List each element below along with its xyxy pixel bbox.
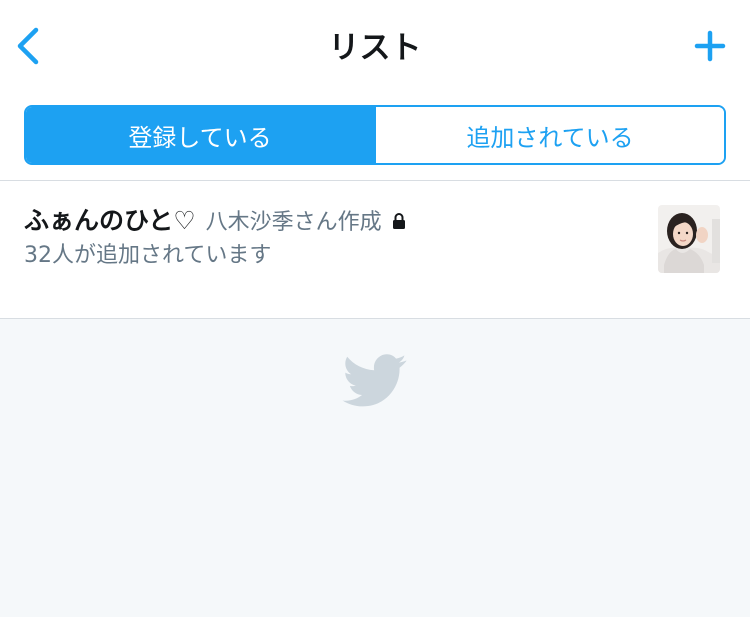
add-list-button[interactable] xyxy=(690,26,730,66)
list-owner: 八木沙季さん作成 xyxy=(205,210,382,235)
list-owner-avatar xyxy=(658,205,720,273)
plus-icon xyxy=(694,30,726,62)
page-title: リスト xyxy=(328,30,422,66)
lock-icon xyxy=(392,212,406,234)
navigation-bar: リスト xyxy=(0,0,750,96)
list-type-segmented-control: 登録している 追加されている xyxy=(24,105,726,165)
list-item[interactable]: ふぁんのひと♡ 八木沙季さん作成 32人が追加されています xyxy=(0,181,750,318)
list-name: ふぁんのひと♡ xyxy=(24,206,196,235)
list-member-count: 32人が追加されています xyxy=(24,243,272,268)
list-item-header: ふぁんのひと♡ 八木沙季さん作成 xyxy=(24,201,640,237)
tab-subscribed[interactable]: 登録している xyxy=(26,107,374,163)
list-screen: リスト 登録している 追加されている ふぁんのひと♡ 八木沙季さん作成 32人が… xyxy=(0,0,750,319)
tab-member-of[interactable]: 追加されている xyxy=(374,107,724,163)
twitter-bird-icon xyxy=(342,354,408,408)
